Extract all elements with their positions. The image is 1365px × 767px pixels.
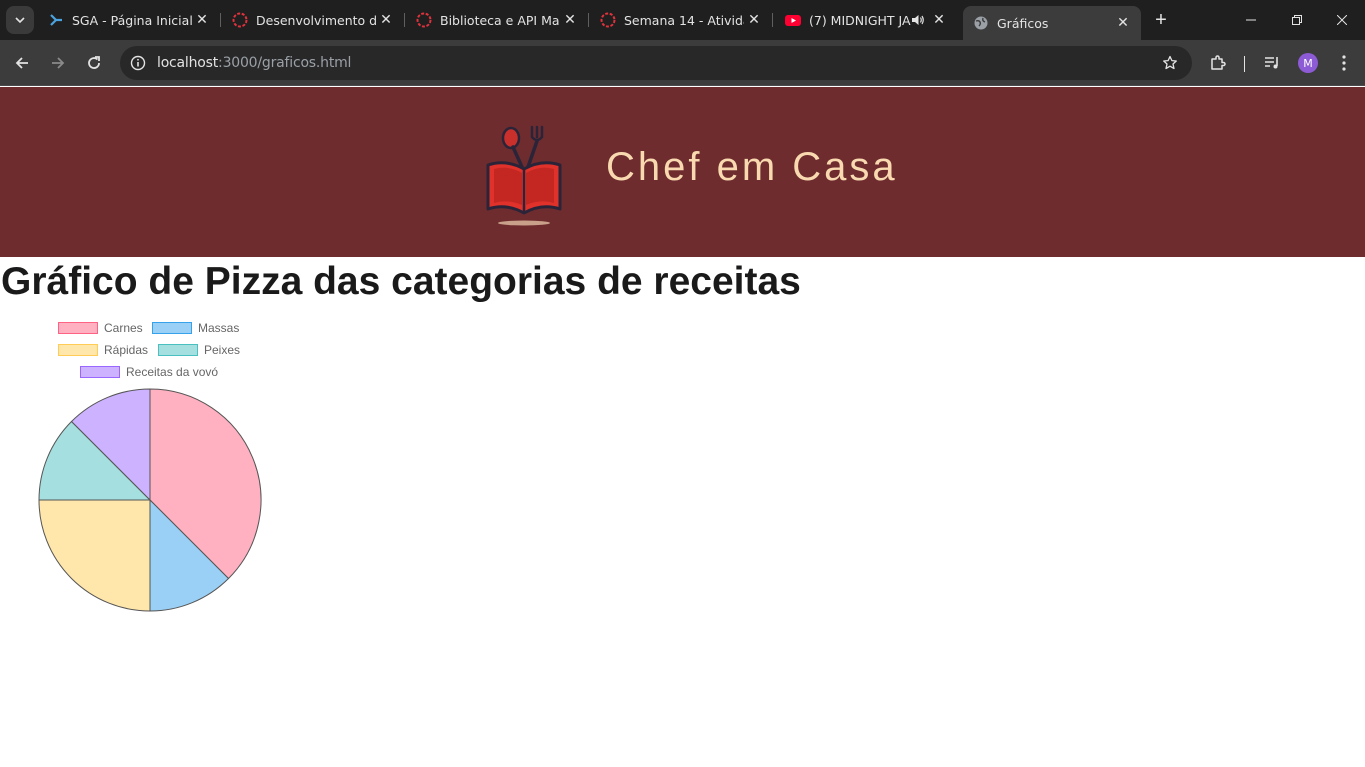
youtube-icon bbox=[785, 12, 801, 28]
close-icon[interactable]: ✕ bbox=[192, 10, 212, 30]
circle-dashed-icon bbox=[600, 12, 616, 28]
tab-separator bbox=[404, 13, 405, 27]
menu-kebab-icon[interactable] bbox=[1332, 51, 1356, 75]
close-icon[interactable]: ✕ bbox=[376, 10, 396, 30]
legend-label: Carnes bbox=[104, 321, 143, 335]
recipe-book-logo-icon bbox=[486, 125, 562, 226]
minimize-button[interactable] bbox=[1228, 0, 1274, 40]
legend-label: Peixes bbox=[204, 343, 241, 357]
pie-chart[interactable] bbox=[30, 382, 270, 617]
restore-icon bbox=[1292, 15, 1302, 25]
close-icon[interactable]: ✕ bbox=[1113, 13, 1133, 33]
legend-item-rapidas[interactable]: Rápidas bbox=[58, 343, 148, 357]
tab-desenvolvimento[interactable]: Desenvolvimento de I ✕ bbox=[222, 6, 405, 34]
reload-icon bbox=[88, 56, 100, 69]
tab-search-button[interactable] bbox=[6, 6, 34, 34]
tab-title: Biblioteca e API Mapl bbox=[440, 12, 560, 28]
chevron-down-icon bbox=[15, 17, 25, 24]
tab-separator bbox=[772, 13, 773, 27]
legend-item-peixes[interactable]: Peixes bbox=[158, 343, 240, 357]
extensions-icon[interactable] bbox=[1206, 51, 1230, 75]
legend-swatch bbox=[58, 344, 98, 356]
minimize-icon bbox=[1246, 19, 1256, 21]
tab-strip: SGA - Página Inicial ✕ Desenvolvimento d… bbox=[0, 0, 1365, 40]
tab-title: Gráficos bbox=[997, 15, 1049, 31]
legend-swatch bbox=[58, 322, 98, 334]
tab-title: Desenvolvimento de I bbox=[256, 12, 376, 28]
legend-label: Massas bbox=[198, 321, 240, 335]
back-button[interactable] bbox=[8, 49, 36, 77]
circle-dashed-icon bbox=[416, 12, 432, 28]
legend-item-receitas-da-vovo[interactable]: Receitas da vovó bbox=[80, 365, 218, 379]
url-path: :3000/graficos.html bbox=[218, 55, 352, 71]
close-window-button[interactable] bbox=[1319, 0, 1365, 40]
new-tab-button[interactable]: + bbox=[1150, 9, 1172, 31]
tab-separator bbox=[220, 13, 221, 27]
legend-swatch bbox=[152, 322, 192, 334]
site-brand[interactable]: Chef em Casa bbox=[606, 145, 898, 190]
legend-item-carnes[interactable]: Carnes bbox=[58, 321, 143, 335]
site-header: Chef em Casa bbox=[0, 87, 1365, 257]
close-icon[interactable]: ✕ bbox=[560, 10, 580, 30]
pie-slice-rápidas[interactable] bbox=[38, 499, 151, 612]
arrow-left-icon bbox=[15, 57, 28, 69]
page-title: Gráfico de Pizza das categorias de recei… bbox=[1, 260, 801, 303]
address-bar[interactable]: localhost:3000/graficos.html bbox=[120, 46, 1192, 80]
tab-biblioteca[interactable]: Biblioteca e API Mapl ✕ bbox=[406, 6, 589, 34]
forward-button[interactable] bbox=[44, 49, 72, 77]
url-host: localhost bbox=[157, 55, 219, 71]
close-icon[interactable]: ✕ bbox=[929, 10, 949, 30]
reload-button[interactable] bbox=[80, 49, 108, 77]
close-icon bbox=[1337, 15, 1347, 25]
tab-title: Semana 14 - Atividad bbox=[624, 12, 744, 28]
legend-label: Receitas da vovó bbox=[126, 365, 219, 379]
tab-title: SGA - Página Inicial bbox=[72, 12, 192, 28]
site-info-icon[interactable] bbox=[128, 53, 148, 73]
tab-graficos[interactable]: Gráficos ✕ bbox=[963, 6, 1141, 40]
legend-item-massas[interactable]: Massas bbox=[152, 321, 239, 335]
close-icon[interactable]: ✕ bbox=[744, 10, 764, 30]
url-text[interactable]: localhost:3000/graficos.html bbox=[157, 55, 351, 71]
circle-dashed-icon bbox=[232, 12, 248, 28]
legend-swatch bbox=[158, 344, 198, 356]
arrow-right-icon bbox=[52, 57, 65, 69]
tab-semana14[interactable]: Semana 14 - Atividad ✕ bbox=[590, 6, 773, 34]
tab-youtube[interactable]: (7) MIDNIGHT JAZ ✕ bbox=[775, 6, 957, 34]
browser-toolbar: localhost:3000/graficos.html M bbox=[0, 40, 1365, 86]
toolbar-divider bbox=[1244, 56, 1245, 72]
web-page: Chef em Casa Gráfico de Pizza das catego… bbox=[0, 87, 1365, 767]
legend-swatch bbox=[80, 366, 120, 378]
restore-button[interactable] bbox=[1274, 0, 1320, 40]
tab-separator bbox=[588, 13, 589, 27]
sga-icon bbox=[48, 12, 64, 28]
speaker-icon[interactable] bbox=[911, 12, 925, 28]
media-controls-icon[interactable] bbox=[1260, 51, 1284, 75]
globe-icon bbox=[973, 15, 989, 31]
legend-label: Rápidas bbox=[104, 343, 149, 357]
profile-avatar[interactable]: M bbox=[1298, 53, 1318, 73]
bookmark-star-icon[interactable] bbox=[1160, 53, 1180, 73]
tab-sga[interactable]: SGA - Página Inicial ✕ bbox=[38, 6, 221, 34]
tab-title: (7) MIDNIGHT JAZ bbox=[809, 12, 911, 28]
